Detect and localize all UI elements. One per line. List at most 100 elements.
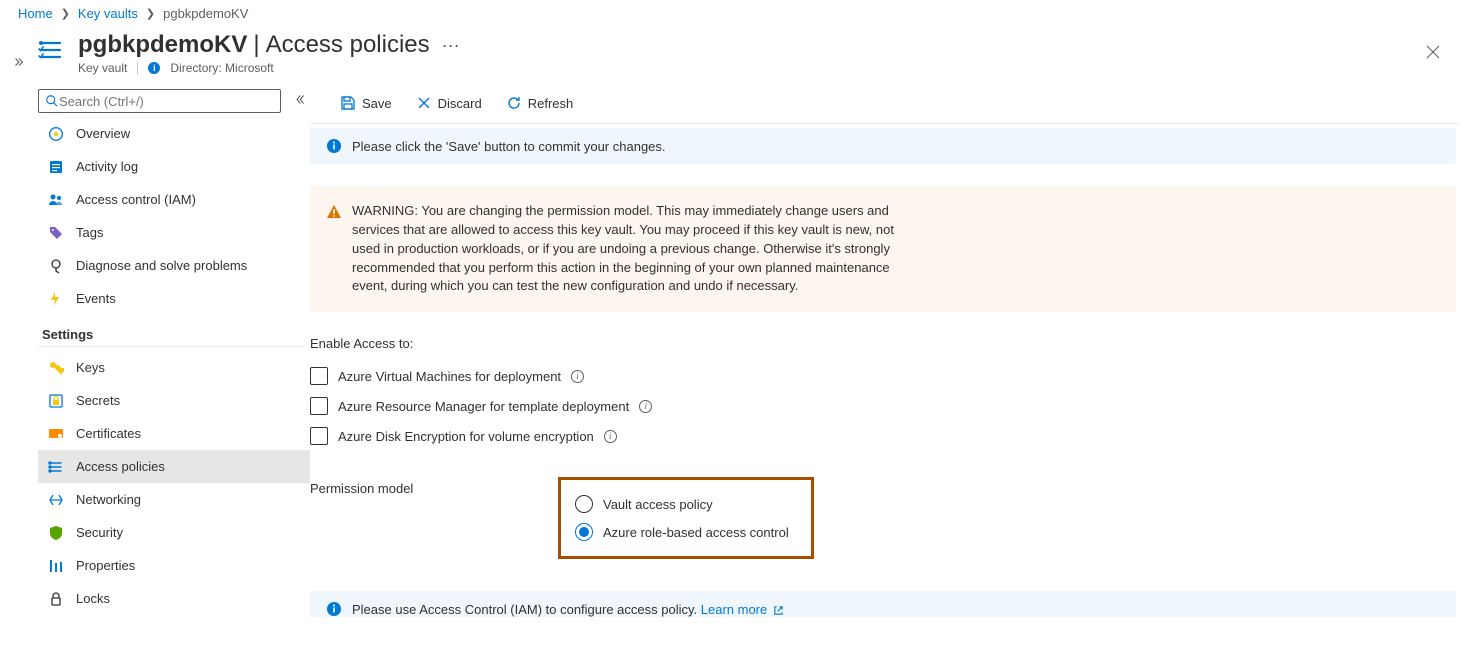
activity-log-icon bbox=[48, 159, 64, 175]
shield-icon bbox=[48, 525, 64, 541]
radio-label: Azure role-based access control bbox=[603, 525, 789, 540]
save-label: Save bbox=[362, 96, 392, 111]
sidebar-item-locks[interactable]: Locks bbox=[38, 582, 310, 615]
toolbar: Save Discard Refresh bbox=[310, 83, 1476, 123]
page-header: pgbkpdemoKV | Access policies ⋯ Key vaul… bbox=[38, 27, 1466, 83]
checkbox-vm-deploy[interactable] bbox=[310, 367, 328, 385]
checkbox-label: Azure Virtual Machines for deployment bbox=[338, 369, 561, 384]
chevron-right-icon: ❯ bbox=[55, 7, 76, 20]
sidebar-item-label: Secrets bbox=[76, 393, 120, 408]
sidebar-item-activity[interactable]: Activity log bbox=[38, 150, 310, 183]
sidebar-item-events[interactable]: Events bbox=[38, 282, 310, 315]
breadcrumb-home[interactable]: Home bbox=[18, 6, 53, 21]
sidebar-item-overview[interactable]: Overview bbox=[38, 117, 310, 150]
sidebar-nav: Overview Activity log Access control (IA… bbox=[38, 117, 310, 648]
directory-label: Directory: bbox=[170, 61, 221, 75]
sidebar-item-iam[interactable]: Access control (IAM) bbox=[38, 183, 310, 216]
refresh-button[interactable]: Refresh bbox=[496, 91, 584, 115]
search-icon bbox=[45, 94, 59, 108]
expand-gutter-button[interactable] bbox=[0, 27, 38, 648]
sidebar-item-secrets[interactable]: Secrets bbox=[38, 384, 310, 417]
info-icon[interactable]: i bbox=[639, 400, 652, 413]
sidebar-item-keys[interactable]: Keys bbox=[38, 351, 310, 384]
more-actions-button[interactable]: ⋯ bbox=[436, 36, 467, 57]
warning-banner: WARNING: You are changing the permission… bbox=[310, 186, 1456, 312]
save-button[interactable]: Save bbox=[330, 91, 402, 115]
page-section: Access policies bbox=[266, 31, 430, 59]
access-policies-icon bbox=[48, 459, 64, 475]
sidebar-item-diagnose[interactable]: Diagnose and solve problems bbox=[38, 249, 310, 282]
overview-icon bbox=[48, 126, 64, 142]
permission-model-label: Permission model bbox=[310, 477, 558, 496]
page-title: pgbkpdemoKV bbox=[78, 31, 247, 59]
sidebar-section-settings: Settings bbox=[38, 315, 304, 347]
sidebar-item-label: Overview bbox=[76, 126, 130, 141]
info-icon bbox=[326, 601, 342, 617]
close-button[interactable] bbox=[1420, 39, 1446, 69]
sidebar-item-certificates[interactable]: Certificates bbox=[38, 417, 310, 450]
sidebar-item-label: Properties bbox=[76, 558, 135, 573]
breadcrumb-current: pgbkpdemoKV bbox=[163, 6, 248, 21]
sidebar-item-label: Diagnose and solve problems bbox=[76, 258, 247, 273]
sidebar-item-label: Access policies bbox=[76, 459, 165, 474]
iam-icon bbox=[48, 192, 64, 208]
search-input-wrap[interactable] bbox=[38, 89, 281, 113]
permission-model-highlight: Vault access policy Azure role-based acc… bbox=[558, 477, 814, 559]
chevron-right-icon: ❯ bbox=[140, 7, 161, 20]
search-input[interactable] bbox=[59, 94, 274, 109]
checkbox-label: Azure Disk Encryption for volume encrypt… bbox=[338, 429, 594, 444]
discard-button[interactable]: Discard bbox=[406, 91, 492, 115]
breadcrumb-keyvaults[interactable]: Key vaults bbox=[78, 6, 138, 21]
info-banner: Please click the 'Save' button to commit… bbox=[310, 128, 1456, 164]
sidebar-item-label: Networking bbox=[76, 492, 141, 507]
events-icon bbox=[48, 291, 64, 307]
networking-icon bbox=[48, 492, 64, 508]
discard-icon bbox=[416, 95, 432, 111]
iam-hint-text: Please use Access Control (IAM) to confi… bbox=[352, 602, 697, 617]
properties-icon bbox=[48, 558, 64, 574]
enable-access-label: Enable Access to: bbox=[310, 336, 1456, 351]
keyvault-icon bbox=[38, 37, 70, 69]
learn-more-link[interactable]: Learn more bbox=[701, 602, 784, 617]
discard-label: Discard bbox=[438, 96, 482, 111]
info-icon bbox=[326, 138, 342, 154]
tags-icon bbox=[48, 225, 64, 241]
refresh-label: Refresh bbox=[528, 96, 574, 111]
info-icon[interactable]: i bbox=[604, 430, 617, 443]
sidebar-item-label: Events bbox=[76, 291, 116, 306]
secrets-icon bbox=[48, 393, 64, 409]
info-icon: i bbox=[148, 62, 160, 74]
info-icon[interactable]: i bbox=[571, 370, 584, 383]
sidebar-item-label: Activity log bbox=[76, 159, 138, 174]
external-link-icon bbox=[773, 605, 784, 616]
sidebar-item-access-policies[interactable]: Access policies bbox=[38, 450, 310, 483]
page-title-divider: | bbox=[253, 31, 259, 59]
directory-value: Microsoft bbox=[225, 61, 274, 75]
sidebar-item-tags[interactable]: Tags bbox=[38, 216, 310, 249]
warning-icon bbox=[326, 204, 342, 220]
checkbox-disk-enc[interactable] bbox=[310, 427, 328, 445]
warning-banner-text: WARNING: You are changing the permission… bbox=[352, 202, 912, 296]
diagnose-icon bbox=[48, 258, 64, 274]
keys-icon bbox=[48, 360, 64, 376]
radio-rbac[interactable] bbox=[575, 523, 593, 541]
sidebar-item-networking[interactable]: Networking bbox=[38, 483, 310, 516]
iam-hint-banner: Please use Access Control (IAM) to confi… bbox=[310, 591, 1456, 617]
sidebar-item-label: Certificates bbox=[76, 426, 141, 441]
collapse-sidebar-button[interactable] bbox=[289, 89, 310, 113]
refresh-icon bbox=[506, 95, 522, 111]
checkbox-arm-deploy[interactable] bbox=[310, 397, 328, 415]
sidebar-item-label: Security bbox=[76, 525, 123, 540]
sidebar-item-label: Locks bbox=[76, 591, 110, 606]
sidebar-item-properties[interactable]: Properties bbox=[38, 549, 310, 582]
sidebar-item-label: Keys bbox=[76, 360, 105, 375]
certificates-icon bbox=[48, 426, 64, 442]
sidebar-item-label: Tags bbox=[76, 225, 103, 240]
info-banner-text: Please click the 'Save' button to commit… bbox=[352, 139, 666, 154]
locks-icon bbox=[48, 591, 64, 607]
checkbox-label: Azure Resource Manager for template depl… bbox=[338, 399, 629, 414]
breadcrumb: Home ❯ Key vaults ❯ pgbkpdemoKV bbox=[0, 0, 1476, 27]
sidebar-item-security[interactable]: Security bbox=[38, 516, 310, 549]
radio-vault-policy[interactable] bbox=[575, 495, 593, 513]
resource-type: Key vault bbox=[78, 61, 127, 75]
